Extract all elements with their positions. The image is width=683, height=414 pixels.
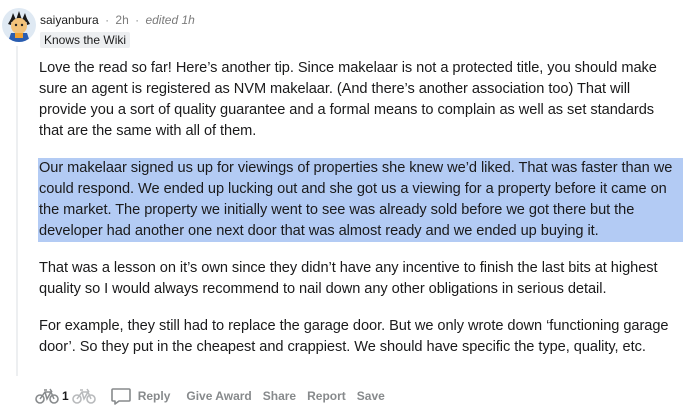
comment-paragraph-selected: Our makelaar signed us up for viewings o… (38, 158, 683, 242)
comment-paragraph: For example, they still had to replace t… (39, 318, 669, 355)
user-flair: Knows the Wiki (40, 32, 131, 48)
comment-paragraph: Love the read so far! Here’s another tip… (39, 60, 657, 139)
timestamp[interactable]: 2h (115, 13, 128, 27)
avatar-icon (2, 8, 36, 42)
vote-score: 1 (62, 389, 69, 403)
save-button[interactable]: Save (357, 389, 385, 403)
give-award-button[interactable]: Give Award (186, 389, 251, 403)
upvote-bike-icon[interactable] (35, 387, 59, 405)
user-avatar[interactable] (2, 8, 36, 42)
report-button[interactable]: Report (307, 389, 346, 403)
share-button[interactable]: Share (263, 389, 296, 403)
comment-body: Love the read so far! Here’s another tip… (38, 58, 683, 370)
reply-label: Reply (137, 389, 171, 403)
comment-bubble-icon (110, 388, 131, 405)
downvote-bike-icon[interactable] (71, 387, 96, 405)
username-link[interactable]: saiyanbura (40, 13, 99, 27)
thread-line[interactable] (16, 46, 18, 376)
comment-actions: 1 Reply Give Award Share Report Save (35, 385, 385, 407)
separator-dot: · (135, 13, 140, 27)
edited-label: edited 1h (145, 13, 195, 27)
comment-header: saiyanbura · 2h · edited 1h (40, 12, 195, 28)
separator-dot: · (105, 13, 110, 27)
reply-button[interactable]: Reply (110, 386, 171, 406)
comment-paragraph: That was a lesson on it’s own since they… (39, 260, 658, 297)
